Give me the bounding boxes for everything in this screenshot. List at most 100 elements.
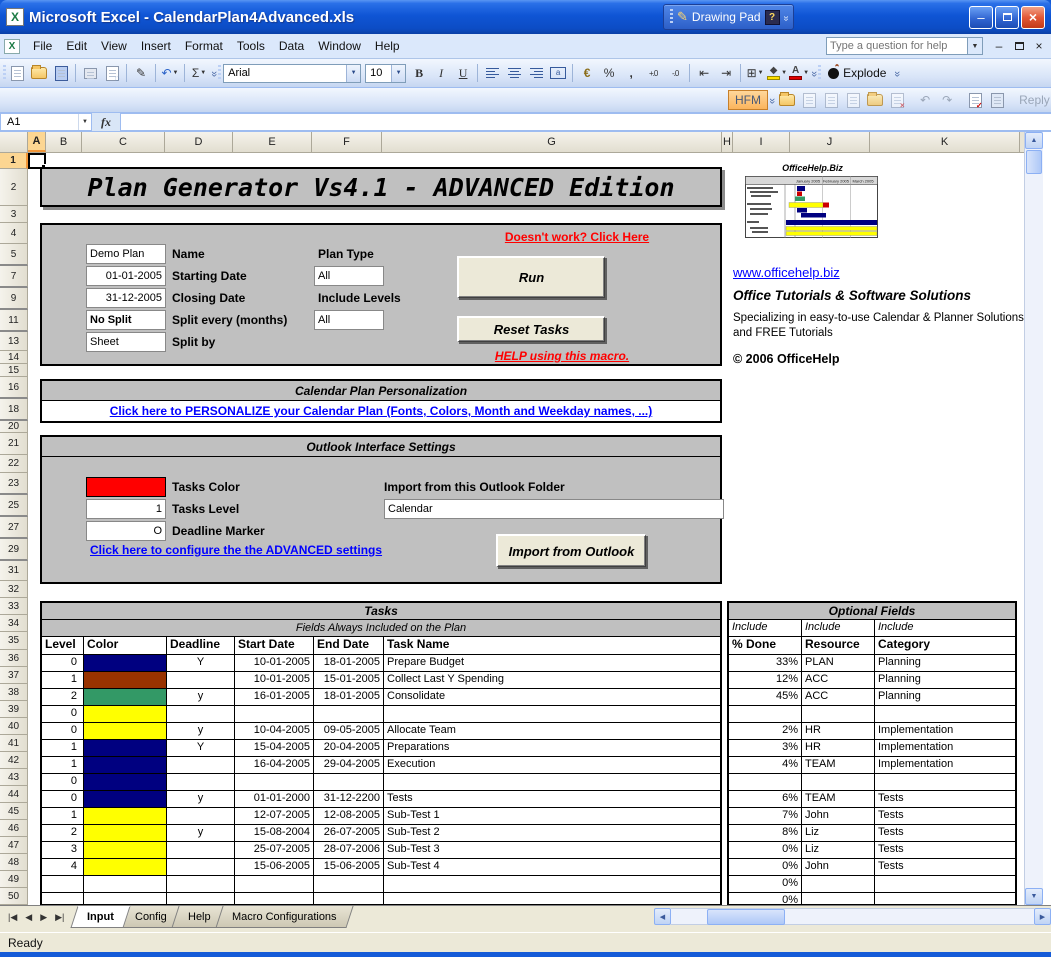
row-header[interactable]: 1 <box>0 153 28 169</box>
new-document-icon[interactable] <box>7 63 27 83</box>
column-header[interactable]: H <box>722 132 733 152</box>
cell-category[interactable] <box>875 876 1015 892</box>
table-row[interactable]: 0% <box>729 876 1015 893</box>
cell-start-date[interactable]: 16-01-2005 <box>235 689 314 705</box>
cell-start-date[interactable] <box>235 706 314 722</box>
deadline-marker-field[interactable]: O <box>86 521 166 541</box>
row-header[interactable]: 4 <box>0 223 28 244</box>
cell-color-swatch[interactable] <box>84 825 167 841</box>
cell-done[interactable]: 33% <box>729 655 802 671</box>
menu-item[interactable]: Format <box>178 36 230 56</box>
cell-level[interactable]: 0 <box>42 655 84 671</box>
table-row[interactable]: 8% Liz Tests <box>729 825 1015 842</box>
cell-resource[interactable] <box>802 706 875 722</box>
cell-start-date[interactable]: 15-04-2005 <box>235 740 314 756</box>
cell-resource[interactable]: John <box>802 859 875 875</box>
row-header[interactable]: 2 <box>0 169 28 206</box>
toolbar-options-chevron-icon[interactable]: » <box>780 15 791 19</box>
first-sheet-icon[interactable]: |◀ <box>4 912 21 923</box>
tab-macro-configurations[interactable]: Macro Configurations <box>215 906 353 928</box>
cell-task-name[interactable]: Sub-Test 2 <box>384 825 720 841</box>
cell-deadline[interactable] <box>167 842 235 858</box>
cell-done[interactable]: 2% <box>729 723 802 739</box>
row-header[interactable]: 31 <box>0 561 28 581</box>
cell-color-swatch[interactable] <box>84 723 167 739</box>
row-header[interactable]: 36 <box>0 650 28 667</box>
cell-deadline[interactable] <box>167 876 235 892</box>
cell-resource[interactable]: John <box>802 808 875 824</box>
cell-deadline[interactable] <box>167 672 235 688</box>
comma-icon[interactable]: , <box>621 63 641 83</box>
attach-file-icon[interactable] <box>987 90 1007 110</box>
split-every-field[interactable]: No Split <box>86 310 166 330</box>
cell-level[interactable]: 1 <box>42 672 84 688</box>
cell-deadline[interactable] <box>167 893 235 905</box>
cell-level[interactable]: 2 <box>42 689 84 705</box>
cell-done[interactable] <box>729 774 802 790</box>
row-header[interactable]: 29 <box>0 539 28 561</box>
row-header[interactable]: 44 <box>0 786 28 803</box>
column-header[interactable]: F <box>312 132 382 152</box>
cell-start-date[interactable] <box>235 893 314 905</box>
cell-end-date[interactable]: 18-01-2005 <box>314 655 384 671</box>
cell-task-name[interactable]: Sub-Test 4 <box>384 859 720 875</box>
scroll-up-icon[interactable]: ▲ <box>1025 132 1043 149</box>
cell-done[interactable]: 7% <box>729 808 802 824</box>
row-header[interactable]: 13 <box>0 332 28 351</box>
fill-color-icon[interactable]: ◆▼ <box>767 63 787 83</box>
horizontal-scrollbar[interactable]: ◀ ▶ <box>654 907 1051 926</box>
cell-level[interactable] <box>42 893 84 905</box>
sheet-icon[interactable] <box>799 90 819 110</box>
cell-deadline[interactable] <box>167 757 235 773</box>
sheet-canvas[interactable]: Plan Generator Vs4.1 - ADVANCED Edition … <box>28 153 1024 905</box>
table-row[interactable] <box>42 876 720 893</box>
row-header[interactable]: 11 <box>0 310 28 332</box>
table-row[interactable]: 0% Liz Tests <box>729 842 1015 859</box>
cell-task-name[interactable]: Sub-Test 1 <box>384 808 720 824</box>
toolbar-options-chevron-icon[interactable]: » <box>891 71 903 75</box>
table-row[interactable]: 3% HR Implementation <box>729 740 1015 757</box>
row-header[interactable]: 18 <box>0 399 28 421</box>
table-row[interactable]: 33% PLAN Planning <box>729 655 1015 672</box>
cell-deadline[interactable]: y <box>167 689 235 705</box>
import-folder-field[interactable]: Calendar <box>384 499 724 519</box>
advanced-settings-link[interactable]: Click here to configure the the ADVANCED… <box>90 543 382 557</box>
menu-item[interactable]: Edit <box>59 36 94 56</box>
percent-icon[interactable]: % <box>599 63 619 83</box>
row-header[interactable]: 33 <box>0 598 28 615</box>
cell-task-name[interactable] <box>384 706 720 722</box>
align-right-icon[interactable] <box>526 63 546 83</box>
column-header[interactable]: D <box>165 132 233 152</box>
cell-level[interactable]: 0 <box>42 706 84 722</box>
cell-deadline[interactable] <box>167 808 235 824</box>
cell-done[interactable]: 0% <box>729 893 802 905</box>
row-header[interactable]: 43 <box>0 769 28 786</box>
last-sheet-icon[interactable]: ▶| <box>51 912 68 923</box>
column-header[interactable]: K <box>870 132 1020 152</box>
cell-resource[interactable]: PLAN <box>802 655 875 671</box>
row-header[interactable]: 41 <box>0 735 28 752</box>
toolbar-options-chevron-icon[interactable]: » <box>766 98 778 102</box>
menu-item[interactable]: Tools <box>230 36 272 56</box>
increase-indent-icon[interactable]: ⇥ <box>716 63 736 83</box>
save-icon[interactable] <box>51 63 71 83</box>
size-dropdown-icon[interactable]: ▼ <box>391 65 405 82</box>
include-levels-field[interactable]: All <box>314 310 384 330</box>
menu-item[interactable]: View <box>94 36 134 56</box>
column-header[interactable]: B <box>46 132 82 152</box>
table-row[interactable]: 0% John Tests <box>729 859 1015 876</box>
cell-level[interactable]: 0 <box>42 791 84 807</box>
toolbar-grip[interactable] <box>3 65 6 81</box>
cell-end-date[interactable]: 31-12-2200 <box>314 791 384 807</box>
cell-category[interactable] <box>875 893 1015 905</box>
cell-category[interactable]: Tests <box>875 859 1015 875</box>
folders-icon[interactable] <box>865 90 885 110</box>
close-button[interactable]: × <box>1021 6 1045 29</box>
italic-icon[interactable]: I <box>431 63 451 83</box>
workbook-restore-button[interactable] <box>1011 42 1027 50</box>
cell-task-name[interactable] <box>384 876 720 892</box>
cell-level[interactable]: 3 <box>42 842 84 858</box>
hfm-button[interactable]: HFM <box>728 90 768 110</box>
cell-task-name[interactable]: Prepare Budget <box>384 655 720 671</box>
cell-start-date[interactable] <box>235 774 314 790</box>
